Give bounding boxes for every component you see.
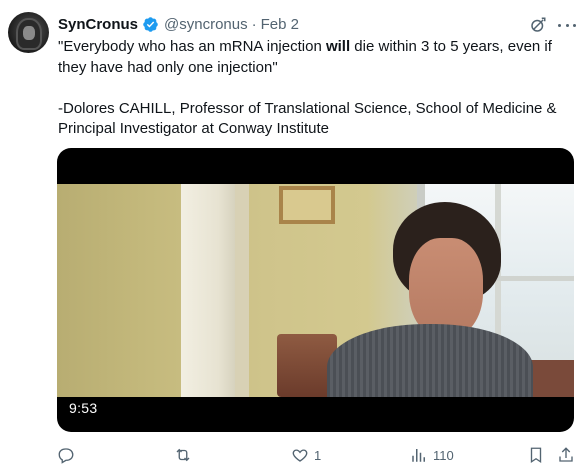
person-sweater	[327, 324, 533, 397]
action-bar: 1 110	[57, 444, 577, 466]
tweet-line-4: Principal Investigator at Conway Institu…	[58, 120, 329, 137]
views-icon	[412, 449, 425, 462]
avatar[interactable]	[8, 12, 49, 53]
separator-dot: ·	[251, 15, 257, 33]
like-button[interactable]: 1	[291, 444, 321, 466]
tweet-line-3: -Dolores CAHILL, Professor of Translatio…	[58, 99, 557, 117]
views-count: 110	[433, 447, 454, 463]
share-button[interactable]	[557, 444, 575, 466]
handle[interactable]: @syncronus	[164, 16, 248, 33]
repost-icon	[176, 448, 190, 462]
grok-icon[interactable]	[529, 16, 547, 34]
tweet-text: "Everybody who has an mRNA injection wil…	[58, 37, 574, 140]
tweet-line-1: "Everybody who has an mRNA injection wil…	[58, 38, 552, 55]
repost-button[interactable]	[174, 444, 197, 466]
more-options-icon[interactable]	[558, 16, 576, 34]
avatar-face	[23, 26, 35, 40]
like-count: 1	[314, 447, 322, 463]
video-player[interactable]: 9:53	[57, 148, 574, 432]
video-duration: 9:53	[69, 400, 98, 416]
reply-icon	[58, 448, 74, 464]
tweet-header: SynCronus @syncronus · Feb 2	[58, 14, 299, 34]
person-face	[409, 238, 483, 338]
display-name[interactable]: SynCronus	[58, 16, 138, 33]
bookmark-icon	[530, 447, 542, 464]
share-icon	[559, 447, 573, 462]
picture-frame	[279, 186, 335, 224]
views-button[interactable]: 110	[410, 444, 454, 466]
post-date[interactable]: Feb 2	[261, 16, 299, 33]
tweet-line-2: they have had only one injection"	[58, 58, 278, 76]
heart-icon	[292, 449, 308, 462]
verified-badge-icon[interactable]	[142, 16, 159, 33]
bookmark-button[interactable]	[527, 444, 545, 466]
door	[181, 184, 243, 397]
reply-button[interactable]	[57, 444, 80, 466]
video-frame	[57, 184, 574, 397]
